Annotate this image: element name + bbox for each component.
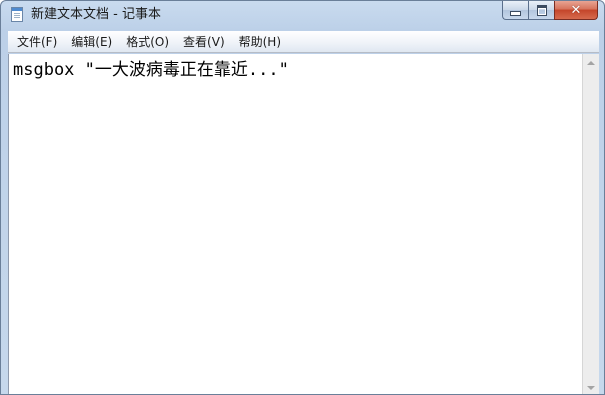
maximize-icon: [536, 4, 547, 16]
close-icon: ✕: [570, 2, 582, 18]
text-editor[interactable]: msgbox "一大波病毒正在靠近...": [8, 54, 599, 394]
editor-text[interactable]: msgbox "一大波病毒正在靠近...": [13, 59, 289, 81]
caption-buttons: ✕: [502, 1, 598, 21]
notepad-window: 新建文本文档 - 记事本 ✕ 文件(F) 编辑(E) 格式(O) 查看(V) 帮…: [0, 0, 605, 395]
menu-help[interactable]: 帮助(H): [232, 32, 288, 52]
minimize-icon: [510, 10, 521, 16]
arrow-down-icon: [587, 385, 595, 390]
maximize-button[interactable]: [528, 1, 554, 20]
scroll-down-button[interactable]: [583, 379, 599, 394]
menu-format[interactable]: 格式(O): [119, 32, 176, 52]
menu-file[interactable]: 文件(F): [8, 32, 64, 52]
vertical-scrollbar[interactable]: [582, 54, 599, 394]
menu-edit[interactable]: 编辑(E): [64, 32, 119, 52]
arrow-up-icon: [587, 60, 595, 65]
title-bar[interactable]: 新建文本文档 - 记事本 ✕: [1, 1, 604, 31]
notepad-icon[interactable]: [11, 7, 23, 22]
minimize-button[interactable]: [502, 1, 528, 20]
window-title: 新建文本文档 - 记事本: [31, 7, 161, 22]
close-button[interactable]: ✕: [554, 1, 598, 20]
menu-bar: 文件(F) 编辑(E) 格式(O) 查看(V) 帮助(H): [8, 31, 599, 53]
menu-view[interactable]: 查看(V): [176, 32, 232, 52]
scroll-up-button[interactable]: [583, 54, 599, 71]
